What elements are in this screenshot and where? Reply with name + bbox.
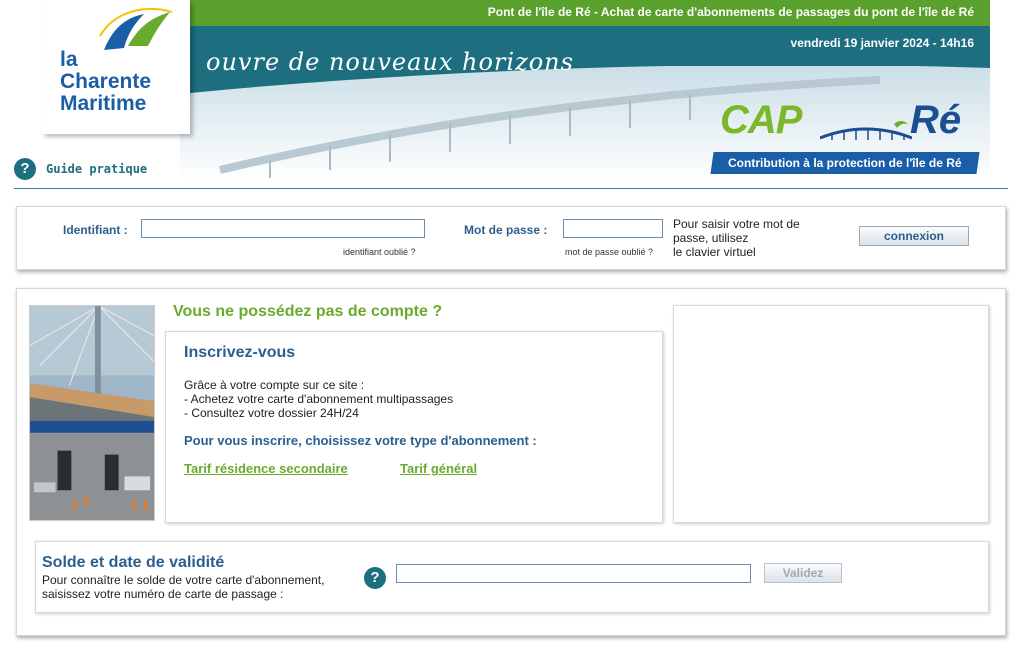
no-account-title: Vous ne possédez pas de compte ?	[173, 303, 443, 320]
login-panel: Identifiant : identifiant oublié ? Mot d…	[16, 206, 1006, 270]
guide-pratique-label: Guide pratique	[46, 162, 148, 176]
cap-logo-word: CAP	[720, 98, 802, 142]
re-logo-word: Ré	[910, 98, 962, 142]
virtual-keyboard-hint: Pour saisir votre mot de passe, utilisez…	[673, 217, 823, 259]
main-panel: Vous ne possédez pas de compte ? Inscriv…	[16, 288, 1006, 636]
tarif-residence-secondaire-link[interactable]: Tarif résidence secondaire	[184, 461, 348, 476]
virtual-keyboard-link[interactable]: le clavier virtuel	[673, 245, 823, 259]
register-benefits: Grâce à votre compte sur ce site : - Ach…	[184, 378, 454, 420]
solde-box: Solde et date de validité Pour connaître…	[35, 541, 989, 613]
solde-instructions: Pour connaître le solde de votre carte d…	[42, 573, 325, 601]
current-date: vendredi 19 janvier 2024 - 14h16	[790, 36, 974, 50]
solde-title: Solde et date de validité	[42, 554, 225, 571]
register-title: Inscrivez-vous	[184, 344, 296, 361]
slogan: ouvre de nouveaux horizons	[206, 48, 574, 76]
charente-maritime-logo[interactable]: la Charente Maritime	[42, 0, 190, 134]
logo-text-la: la	[60, 48, 78, 71]
password-input[interactable]	[563, 219, 663, 238]
password-forgot-link[interactable]: mot de passe oublié ?	[565, 247, 653, 257]
register-box: Inscrivez-vous Grâce à votre compte sur …	[165, 331, 663, 523]
identifiant-label: Identifiant :	[63, 223, 128, 237]
cap-re-tagline: Contribution à la protection de l'île de…	[710, 152, 980, 174]
logo-text-maritime: Maritime	[60, 92, 147, 115]
identifiant-forgot-link[interactable]: identifiant oublié ?	[343, 247, 416, 257]
top-title-bar: Pont de l'île de Ré - Achat de carte d'a…	[180, 0, 990, 26]
help-icon: ?	[14, 158, 36, 180]
header-divider	[14, 188, 1008, 189]
identifiant-input[interactable]	[141, 219, 425, 238]
password-label: Mot de passe :	[464, 223, 548, 237]
bridge-toll-photo	[29, 305, 155, 521]
tarif-general-link[interactable]: Tarif général	[400, 461, 477, 476]
info-box	[673, 305, 989, 523]
connexion-button[interactable]: connexion	[859, 226, 969, 246]
cap-re-logo: CAP Ré Contribution à la protection de l…	[710, 98, 980, 176]
site-title: Pont de l'île de Ré - Achat de carte d'a…	[487, 5, 974, 19]
guide-pratique-link[interactable]: ? Guide pratique	[14, 158, 147, 180]
bridge-logo-icon	[820, 121, 912, 140]
logo-text-charente: Charente	[60, 70, 152, 93]
bird-logo-icon	[99, 8, 173, 50]
choose-subscription-text: Pour vous inscrire, choisissez votre typ…	[184, 433, 537, 448]
solde-help-icon[interactable]: ?	[364, 567, 386, 589]
card-number-input[interactable]	[396, 564, 751, 583]
validez-button[interactable]: Validez	[764, 563, 842, 583]
